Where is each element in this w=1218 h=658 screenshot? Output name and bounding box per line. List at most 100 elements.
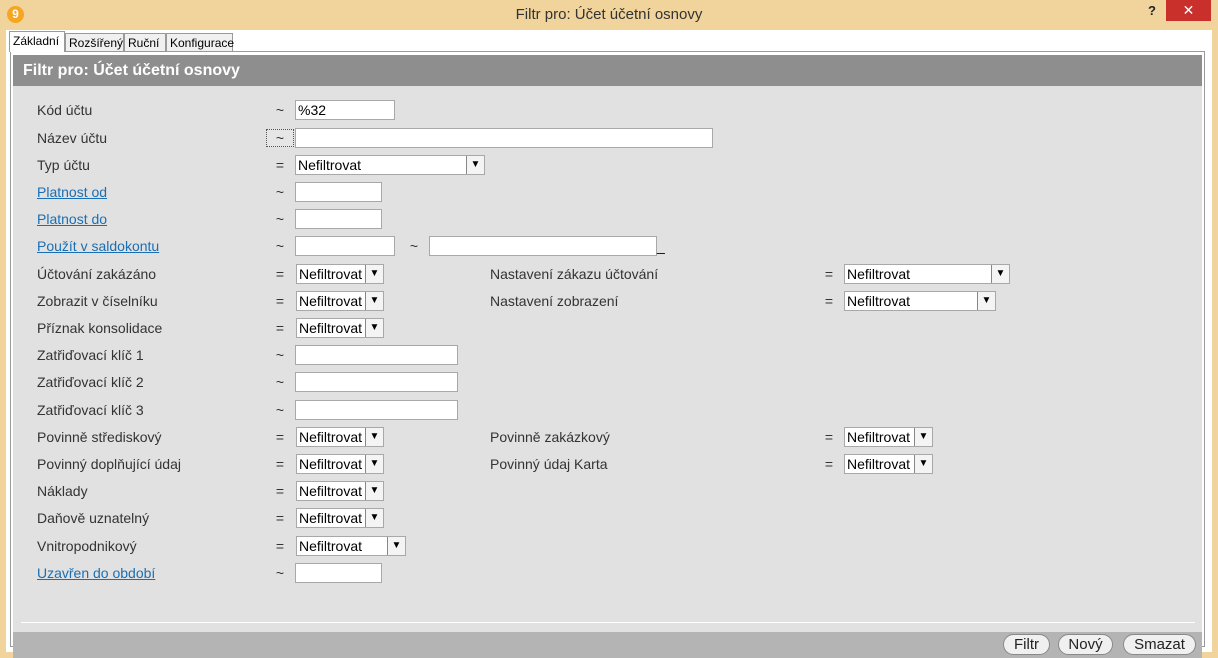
select-povinne-zakazkovy[interactable]: Nefiltrovat ▼ bbox=[844, 427, 933, 447]
select-nastaveni-zakazu-value: Nefiltrovat bbox=[847, 266, 911, 282]
operator-povinne-strediskovy[interactable]: = bbox=[274, 426, 286, 448]
operator-danove-uznatelny[interactable]: = bbox=[274, 507, 286, 529]
input-pouzit-saldokontu[interactable] bbox=[295, 236, 395, 256]
chevron-down-icon[interactable]: ▼ bbox=[387, 537, 405, 555]
operator-uctovani-zakazano[interactable]: = bbox=[274, 263, 286, 285]
operator-nastaveni-zakazu[interactable]: = bbox=[823, 263, 835, 285]
select-uctovani-zakazano-value: Nefiltrovat bbox=[299, 266, 363, 282]
row-naklady: Náklady = Nefiltrovat ▼ bbox=[13, 480, 1202, 502]
select-typ-uctu[interactable]: Nefiltrovat ▼ bbox=[295, 155, 485, 175]
operator-klic-3[interactable]: ~ bbox=[274, 399, 286, 421]
row-klic-2: Zatřiďovací klíč 2 ~ bbox=[13, 371, 1202, 393]
select-zobrazit-ciselniku[interactable]: Nefiltrovat ▼ bbox=[296, 291, 384, 311]
select-povinne-strediskovy[interactable]: Nefiltrovat ▼ bbox=[296, 427, 384, 447]
operator-zobrazit-ciselniku[interactable]: = bbox=[274, 290, 286, 312]
operator-naklady[interactable]: = bbox=[274, 480, 286, 502]
link-platnost-od[interactable]: Platnost od bbox=[37, 181, 107, 203]
select-zobrazit-ciselniku-value: Nefiltrovat bbox=[299, 293, 363, 309]
operator-povinny-doplnujici[interactable]: = bbox=[274, 453, 286, 475]
novy-button[interactable]: Nový bbox=[1058, 634, 1113, 655]
select-povinny-karta[interactable]: Nefiltrovat ▼ bbox=[844, 454, 933, 474]
input-kod-uctu[interactable]: %32 bbox=[295, 100, 395, 120]
smazat-button[interactable]: Smazat bbox=[1123, 634, 1196, 655]
tab-zakladni[interactable]: Základní bbox=[9, 31, 65, 52]
input-uzavren-do[interactable] bbox=[295, 563, 382, 583]
input-klic-3[interactable] bbox=[295, 400, 458, 420]
operator-priznak-konsolidace[interactable]: = bbox=[274, 317, 286, 339]
operator-platnost-do[interactable]: ~ bbox=[274, 208, 286, 230]
operator-vnitropodnikovy[interactable]: = bbox=[274, 535, 286, 557]
chevron-down-icon[interactable]: ▼ bbox=[365, 319, 383, 337]
operator-pouzit-saldokontu[interactable]: ~ bbox=[274, 235, 286, 257]
chevron-down-icon[interactable]: ▼ bbox=[365, 482, 383, 500]
chevron-down-icon[interactable]: ▼ bbox=[365, 509, 383, 527]
input-platnost-do[interactable] bbox=[295, 209, 382, 229]
input-nazev-uctu[interactable] bbox=[295, 128, 713, 148]
select-uctovani-zakazano[interactable]: Nefiltrovat ▼ bbox=[296, 264, 384, 284]
operator-pouzit-saldokontu-2[interactable]: ~ bbox=[408, 235, 420, 257]
operator-klic-2[interactable]: ~ bbox=[274, 371, 286, 393]
chevron-down-icon[interactable]: ▼ bbox=[977, 292, 995, 310]
link-uzavren-do[interactable]: Uzavřen do období bbox=[37, 562, 155, 584]
operator-uzavren-do[interactable]: ~ bbox=[274, 562, 286, 584]
label-zobrazit-ciselniku: Zobrazit v číselníku bbox=[37, 293, 158, 309]
input-pouzit-saldokontu-2[interactable] bbox=[429, 236, 657, 256]
operator-nastaveni-zobrazeni[interactable]: = bbox=[823, 290, 835, 312]
form-header: Filtr pro: Účet účetní osnovy bbox=[13, 55, 1202, 86]
select-danove-uznatelny[interactable]: Nefiltrovat ▼ bbox=[296, 508, 384, 528]
tab-rucni[interactable]: Ruční bbox=[124, 33, 166, 51]
input-platnost-od[interactable] bbox=[295, 182, 382, 202]
select-nastaveni-zobrazeni[interactable]: Nefiltrovat ▼ bbox=[844, 291, 996, 311]
select-danove-uznatelny-value: Nefiltrovat bbox=[299, 510, 363, 526]
chevron-down-icon[interactable]: ▼ bbox=[914, 428, 932, 446]
chevron-down-icon[interactable]: ▼ bbox=[466, 156, 484, 174]
operator-nazev-uctu[interactable]: ~ bbox=[266, 129, 294, 147]
row-platnost-od: Platnost od ~ bbox=[13, 181, 1202, 203]
tab-rozsireny[interactable]: Rozšířený bbox=[65, 33, 124, 51]
select-povinne-strediskovy-value: Nefiltrovat bbox=[299, 429, 363, 445]
tab-konfigurace[interactable]: Konfigurace bbox=[166, 33, 234, 51]
operator-povinny-karta[interactable]: = bbox=[823, 453, 835, 475]
help-button[interactable]: ? bbox=[1140, 0, 1164, 22]
chevron-down-icon[interactable]: ▼ bbox=[991, 265, 1009, 283]
close-button[interactable]: ✕ bbox=[1166, 0, 1211, 21]
label-vnitropodnikovy: Vnitropodnikový bbox=[37, 538, 137, 554]
row-priznak-konsolidace: Příznak konsolidace = Nefiltrovat ▼ bbox=[13, 317, 1202, 339]
row-klic-1: Zatřiďovací klíč 1 ~ bbox=[13, 344, 1202, 366]
tab-panel: Filtr pro: Účet účetní osnovy Kód účtu ~… bbox=[10, 51, 1205, 658]
chevron-down-icon[interactable]: ▼ bbox=[365, 292, 383, 310]
chevron-down-icon[interactable]: ▼ bbox=[365, 455, 383, 473]
chevron-down-icon[interactable]: ▼ bbox=[914, 455, 932, 473]
input-klic-1[interactable] bbox=[295, 345, 458, 365]
select-priznak-konsolidace[interactable]: Nefiltrovat ▼ bbox=[296, 318, 384, 338]
operator-kod-uctu[interactable]: ~ bbox=[274, 99, 286, 121]
link-pouzit-saldokontu[interactable]: Použít v saldokontu bbox=[37, 235, 159, 257]
row-uctovani-zakazano: Účtování zakázáno = Nefiltrovat ▼ Nastave… bbox=[13, 263, 1202, 285]
select-naklady-value: Nefiltrovat bbox=[299, 483, 363, 499]
chevron-down-icon[interactable]: ▼ bbox=[365, 428, 383, 446]
title-bar[interactable]: 9 Filtr pro: Účet účetní osnovy ? ✕ bbox=[0, 0, 1218, 30]
select-vnitropodnikovy[interactable]: Nefiltrovat ▼ bbox=[296, 536, 406, 556]
select-povinny-doplnujici[interactable]: Nefiltrovat ▼ bbox=[296, 454, 384, 474]
select-nastaveni-zakazu[interactable]: Nefiltrovat ▼ bbox=[844, 264, 1010, 284]
select-priznak-konsolidace-value: Nefiltrovat bbox=[299, 320, 363, 336]
saldokonto-extra-mark: _ bbox=[657, 238, 665, 254]
row-pouzit-saldokontu: Použít v saldokontu ~ ~ _ bbox=[13, 235, 1202, 257]
operator-typ-uctu[interactable]: = bbox=[274, 154, 286, 176]
link-platnost-do[interactable]: Platnost do bbox=[37, 208, 107, 230]
client-area: Základní Rozšířený Ruční Konfigurace Fil… bbox=[6, 30, 1212, 658]
label-naklady: Náklady bbox=[37, 483, 88, 499]
filter-form: Filtr pro: Účet účetní osnovy Kód účtu ~… bbox=[13, 55, 1202, 658]
operator-klic-1[interactable]: ~ bbox=[274, 344, 286, 366]
label-nastaveni-zakazu: Nastavení zákazu účtování bbox=[490, 266, 659, 282]
chevron-down-icon[interactable]: ▼ bbox=[365, 265, 383, 283]
label-danove-uznatelny: Daňově uznatelný bbox=[37, 510, 150, 526]
input-klic-2[interactable] bbox=[295, 372, 458, 392]
row-nazev-uctu: Název účtu ~ bbox=[13, 127, 1202, 149]
operator-platnost-od[interactable]: ~ bbox=[274, 181, 286, 203]
filtr-button[interactable]: Filtr bbox=[1003, 634, 1050, 655]
select-nastaveni-zobrazeni-value: Nefiltrovat bbox=[847, 293, 911, 309]
select-povinne-zakazkovy-value: Nefiltrovat bbox=[847, 429, 911, 445]
select-naklady[interactable]: Nefiltrovat ▼ bbox=[296, 481, 384, 501]
operator-povinne-zakazkovy[interactable]: = bbox=[823, 426, 835, 448]
